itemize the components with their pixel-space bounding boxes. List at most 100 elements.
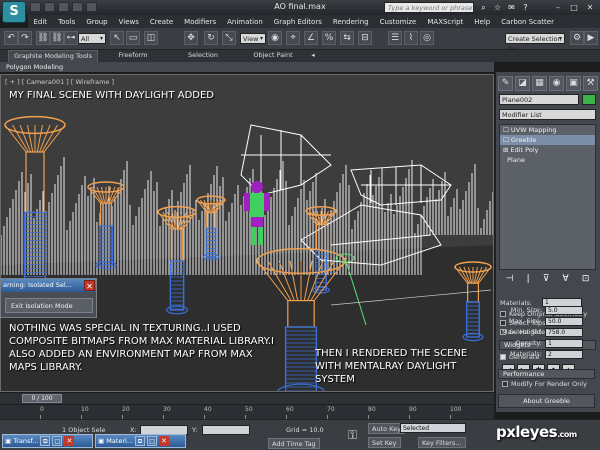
set-key-button[interactable]: Set Key xyxy=(368,437,401,448)
track-bar[interactable]: 0 10 20 30 40 50 60 70 80 90 100 xyxy=(0,404,494,419)
undo-icon[interactable]: ↶ xyxy=(4,31,18,45)
close-button[interactable]: ✕ xyxy=(582,1,598,14)
about-greeble-button[interactable]: About Greeble xyxy=(498,394,595,408)
create-tab-icon[interactable]: ✎ xyxy=(498,76,513,91)
ref-coord-dropdown[interactable]: View xyxy=(240,33,266,44)
motion-tab-icon[interactable]: ◉ xyxy=(549,76,564,91)
app-logo-icon[interactable]: S xyxy=(2,1,26,23)
show-end-result-icon[interactable]: | xyxy=(527,274,530,287)
menu-rendering[interactable]: Rendering xyxy=(327,18,374,26)
make-unique-icon[interactable]: ⊽ xyxy=(543,274,550,287)
tab-freeform[interactable]: Freeform xyxy=(98,50,168,62)
tab-polygon-modeling[interactable]: Polygon Modeling xyxy=(6,63,63,71)
utilities-tab-icon[interactable]: ⚒ xyxy=(583,76,598,91)
param-input[interactable]: 50.0 xyxy=(545,317,583,326)
unlink-icon[interactable]: ⛓ xyxy=(50,31,64,45)
time-slider[interactable]: 0 / 100 xyxy=(0,393,494,404)
help-icon[interactable]: ? xyxy=(520,2,531,13)
selection-filter-dropdown[interactable]: All xyxy=(78,33,106,44)
restore-icon[interactable]: ⧉ xyxy=(135,436,146,446)
layer-icon[interactable]: ☰ xyxy=(388,31,402,45)
tab-object-paint[interactable]: Object Paint xyxy=(238,50,308,62)
tab-graphite-modeling[interactable]: Graphite Modeling Tools xyxy=(8,50,98,62)
curve-editor-icon[interactable]: ⌇ xyxy=(404,31,418,45)
coord-y-input[interactable] xyxy=(202,425,250,435)
object-color-swatch[interactable] xyxy=(582,94,596,105)
named-selection-dropdown[interactable]: Create Selection Se xyxy=(505,33,565,53)
menu-graph-editors[interactable]: Graph Editors xyxy=(268,18,327,26)
restore-icon[interactable]: ⧉ xyxy=(40,436,51,446)
isolation-dialog-close-button[interactable]: ✕ xyxy=(84,280,95,291)
stack-item-edit-poly[interactable]: ⊞ Edit Poly xyxy=(500,145,595,155)
configure-sets-icon[interactable]: ⊡ xyxy=(582,274,590,287)
close-icon[interactable]: ✕ xyxy=(64,436,75,446)
percent-snap-icon[interactable]: % xyxy=(322,31,336,45)
window-crossing-icon[interactable]: ◫ xyxy=(144,31,158,45)
communication-icon[interactable]: ✉ xyxy=(506,2,517,13)
param-input[interactable]: 1 xyxy=(545,339,583,348)
display-tab-icon[interactable]: ▣ xyxy=(566,76,581,91)
modify-tab-icon[interactable]: ◪ xyxy=(515,76,530,91)
modifier-list-dropdown[interactable]: Modifier List xyxy=(499,109,596,120)
align-icon[interactable]: ⊟ xyxy=(358,31,372,45)
redo-icon[interactable]: ↷ xyxy=(18,31,32,45)
rotate-icon[interactable]: ↻ xyxy=(204,31,218,45)
menu-create[interactable]: Create xyxy=(144,18,178,26)
param-input[interactable]: 758.0 xyxy=(545,328,583,337)
hierarchy-tab-icon[interactable]: ▦ xyxy=(532,76,547,91)
angle-snap-icon[interactable]: ∠ xyxy=(304,31,318,45)
stack-item-uvw-mapping[interactable]: ☐ UVW Mapping xyxy=(500,125,595,135)
modify-render-checkbox-row[interactable]: Modify For Render Only xyxy=(502,380,587,388)
maximize-icon[interactable]: □ xyxy=(52,436,63,446)
snap-icon[interactable]: ⌖ xyxy=(286,31,300,45)
minimize-button[interactable]: – xyxy=(550,1,566,14)
pivot-icon[interactable]: ◉ xyxy=(268,31,282,45)
key-set-dropdown[interactable]: Selected xyxy=(400,423,466,433)
render-icon[interactable]: ▶ xyxy=(584,31,598,45)
tab-selection[interactable]: Selection xyxy=(168,50,238,62)
mini-window-material[interactable]: ▣ Materi... ⧉ □ ✕ xyxy=(95,434,186,448)
search-icon[interactable]: ⌕ xyxy=(478,2,489,13)
time-slider-thumb[interactable]: 0 / 100 xyxy=(22,394,62,403)
mirror-icon[interactable]: ⇆ xyxy=(340,31,354,45)
object-name-field[interactable]: Plane002 xyxy=(499,94,579,105)
render-setup-icon[interactable]: ⚙ xyxy=(570,31,584,45)
add-time-tag-button[interactable]: Add Time Tag xyxy=(268,438,320,449)
close-icon[interactable]: ✕ xyxy=(159,436,170,446)
menu-tools[interactable]: Tools xyxy=(53,18,81,26)
remove-modifier-icon[interactable]: ∀ xyxy=(563,274,569,287)
mini-window-transform[interactable]: ▣ Transf... ⧉ □ ✕ xyxy=(2,434,93,448)
material-editor-icon[interactable]: ◎ xyxy=(420,31,434,45)
menu-modifiers[interactable]: Modifiers xyxy=(179,18,222,26)
link-icon[interactable]: ⛓ xyxy=(36,31,50,45)
viewport-label[interactable]: [ + ] [ Camera001 ] [ Wireframe ] xyxy=(5,78,114,86)
param-input[interactable]: 5.0 xyxy=(545,306,583,315)
camera-viewport[interactable]: [ + ] [ Camera001 ] [ Wireframe ] MY FIN… xyxy=(0,74,494,392)
menu-group[interactable]: Group xyxy=(81,18,113,26)
modify-render-checkbox[interactable] xyxy=(502,381,508,387)
select-icon[interactable]: ↖ xyxy=(110,31,124,45)
param-input[interactable]: 2 xyxy=(545,350,583,359)
bind-icon[interactable]: ⊶ xyxy=(64,31,78,45)
search-input[interactable]: Type a keyword or phrase xyxy=(384,2,474,13)
pin-stack-icon[interactable]: ⊣ xyxy=(506,274,514,287)
move-icon[interactable]: ✥ xyxy=(184,31,198,45)
ribbon-toggle-icon[interactable]: ◂ xyxy=(308,50,318,62)
menu-carbon-scatter[interactable]: Carbon Scatter xyxy=(496,18,560,26)
maximize-icon[interactable]: □ xyxy=(147,436,158,446)
maximize-button[interactable]: □ xyxy=(566,1,582,14)
stack-item-greeble[interactable]: ☐ Greeble xyxy=(500,135,595,145)
key-filters-button[interactable]: Key Filters... xyxy=(418,437,466,448)
menu-views[interactable]: Views xyxy=(113,18,144,26)
menu-maxscript[interactable]: MAXScript xyxy=(422,18,469,26)
performance-rollout[interactable]: Performance xyxy=(498,369,595,379)
menu-animation[interactable]: Animation xyxy=(222,18,269,26)
scale-icon[interactable]: ⤡ xyxy=(222,31,236,45)
menu-customize[interactable]: Customize xyxy=(374,18,422,26)
menu-edit[interactable]: Edit xyxy=(28,18,53,26)
subscription-icon[interactable]: ☆ xyxy=(492,2,503,13)
key-mode-icon[interactable]: ⚿ xyxy=(348,429,357,441)
stack-item-plane[interactable]: Plane xyxy=(500,155,595,165)
exit-isolation-button[interactable]: Exit Isolation Mode xyxy=(5,298,93,313)
rect-select-icon[interactable]: ▭ xyxy=(126,31,140,45)
